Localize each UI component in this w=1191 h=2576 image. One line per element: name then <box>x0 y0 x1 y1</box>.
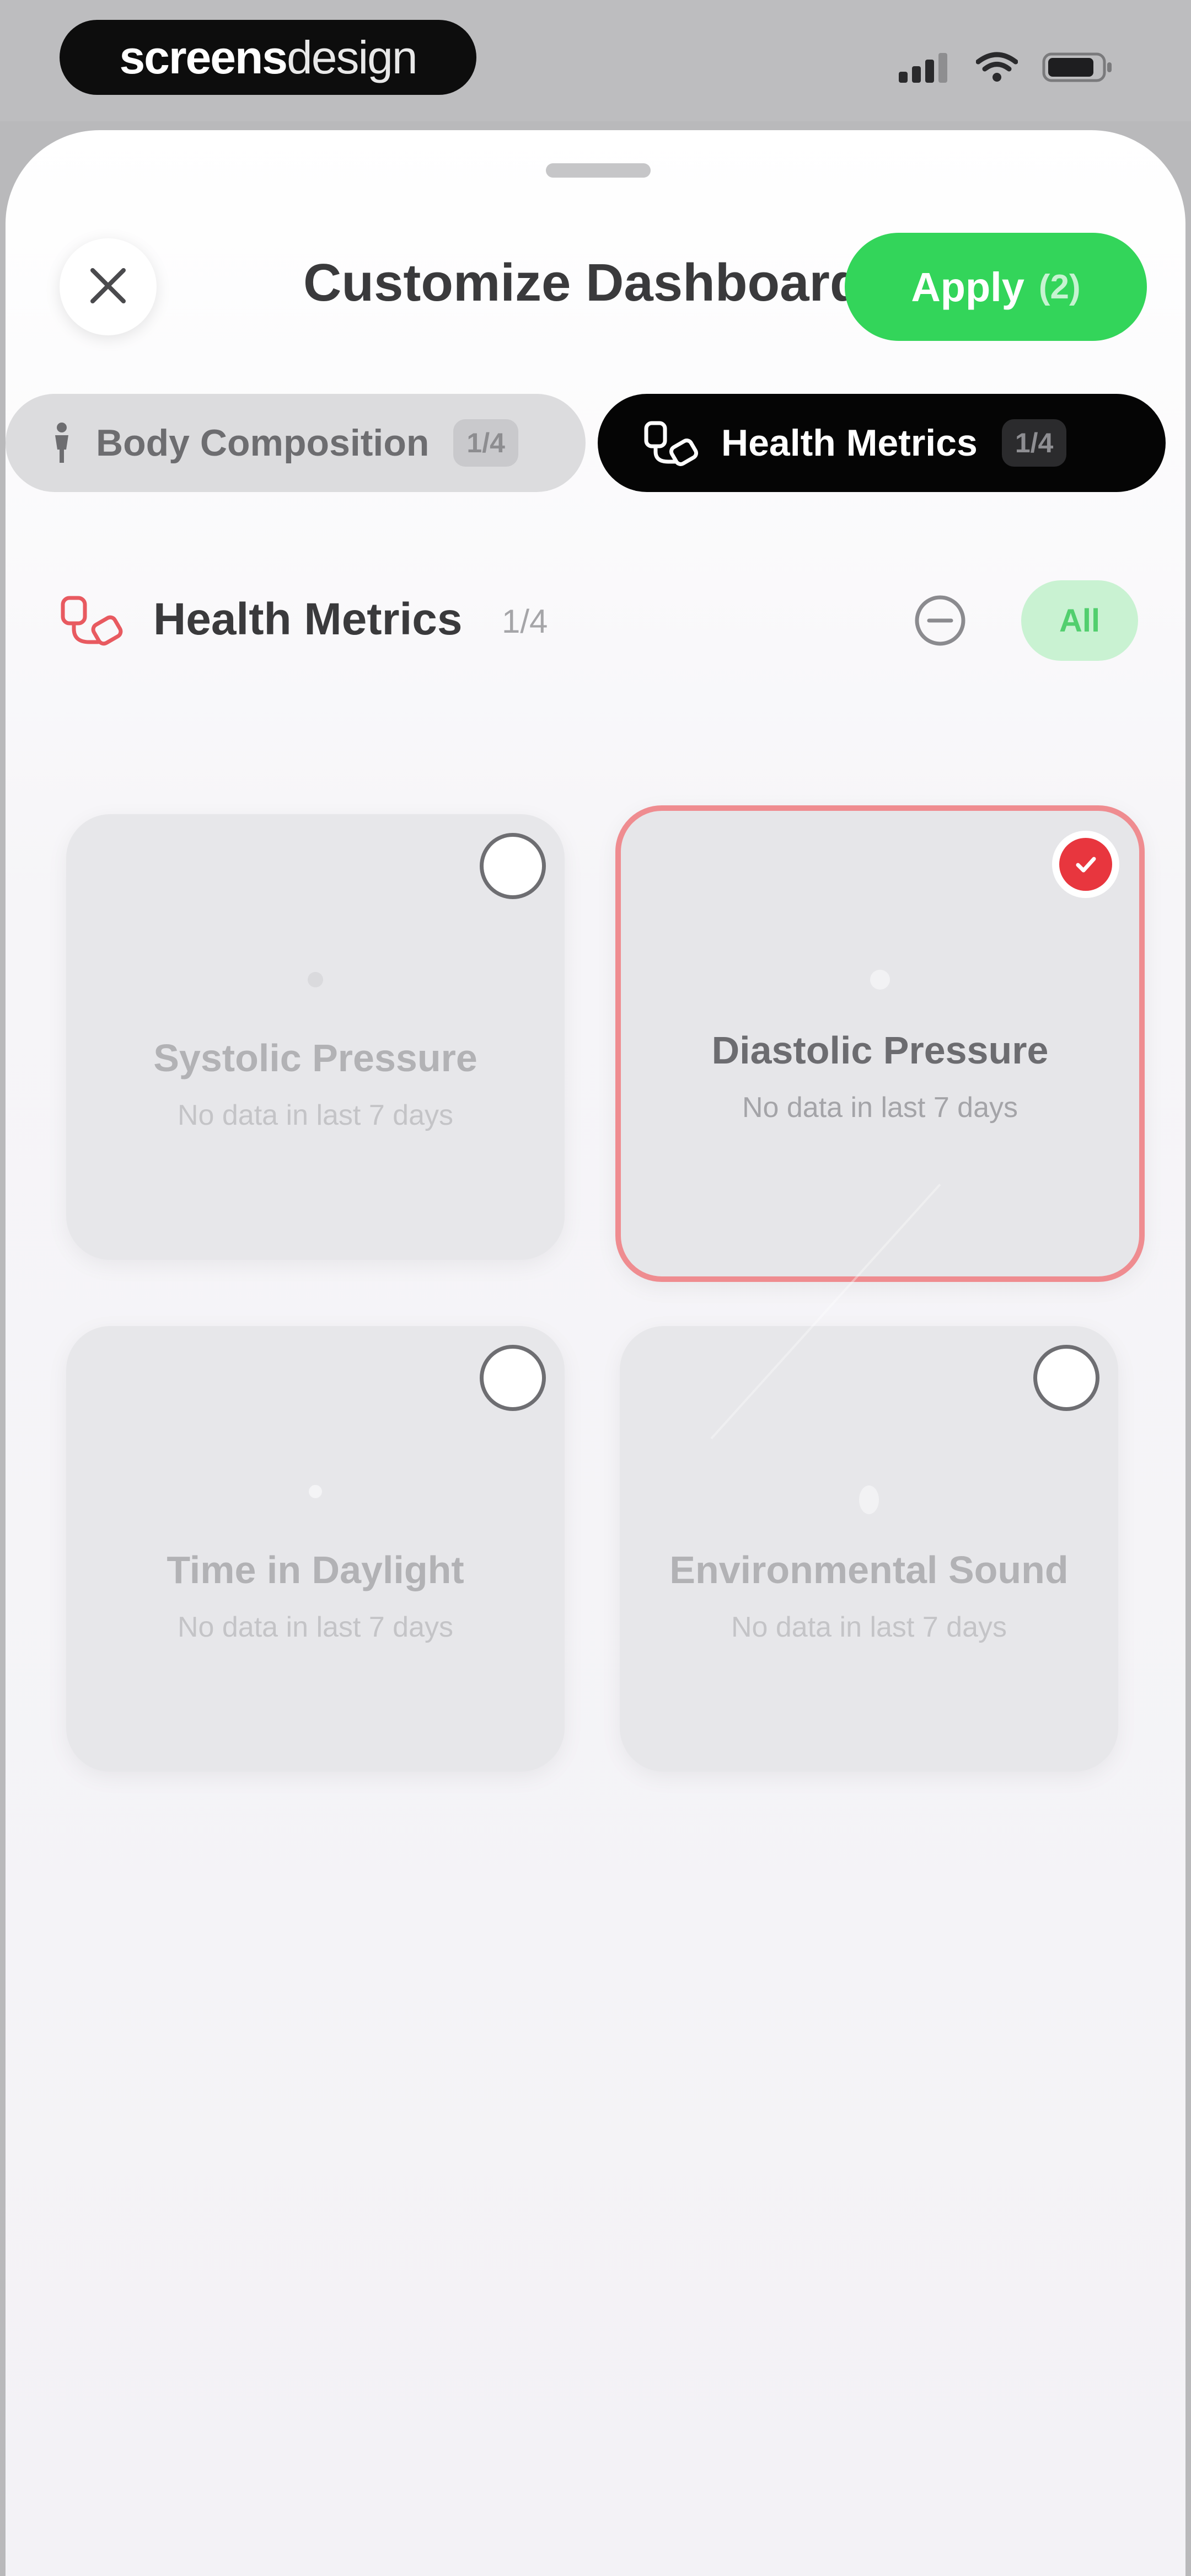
checkmark-icon <box>1076 857 1096 873</box>
tab-health-metrics-badge: 1/4 <box>1001 419 1067 467</box>
person-icon <box>50 422 74 464</box>
card-subtitle: No data in last 7 days <box>177 1611 454 1643</box>
card-title: Diastolic Pressure <box>711 1029 1049 1072</box>
status-icons <box>899 51 1114 84</box>
select-all-button[interactable]: All <box>1021 580 1138 661</box>
apply-label: Apply <box>911 264 1024 310</box>
page-title: Customize Dashboard <box>303 253 862 312</box>
section-title: Health Metrics <box>153 594 463 644</box>
card-title: Environmental Sound <box>669 1548 1069 1591</box>
heart-pulse-icon <box>858 960 902 1001</box>
tab-health-metrics[interactable]: Health Metrics 1/4 <box>598 394 1166 492</box>
tab-body-composition-label: Body Composition <box>96 422 430 464</box>
metric-card-systolic-pressure[interactable]: Systolic Pressure No data in last 7 days <box>66 814 565 1260</box>
screensdesign-watermark: screens design <box>60 20 476 95</box>
card-subtitle: No data in last 7 days <box>742 1092 1018 1124</box>
card-title: Systolic Pressure <box>153 1036 478 1079</box>
card-subtitle: No data in last 7 days <box>731 1611 1007 1643</box>
metric-card-diastolic-pressure[interactable]: Diastolic Pressure No data in last 7 day… <box>615 805 1145 1282</box>
customize-dashboard-sheet: Customize Dashboard Apply (2) Body Compo… <box>6 130 1185 2576</box>
apply-count: (2) <box>1038 268 1081 306</box>
tab-health-metrics-label: Health Metrics <box>721 422 978 464</box>
category-tabs: Body Composition 1/4 Health Metrics 1/4 <box>6 394 1185 496</box>
watermark-light-text: design <box>287 31 418 83</box>
watermark-bold-text: screens <box>119 31 288 83</box>
tab-body-composition-badge: 1/4 <box>453 419 518 467</box>
section-count: 1/4 <box>502 603 548 640</box>
radio-unchecked[interactable] <box>480 833 546 899</box>
status-bar: screens design <box>0 0 1191 121</box>
sheet-grabber[interactable] <box>546 163 651 178</box>
stethoscope-icon <box>60 595 126 650</box>
deselect-all-button[interactable] <box>912 592 968 651</box>
close-button[interactable] <box>60 238 157 335</box>
battery-icon <box>1042 51 1114 84</box>
tab-body-composition[interactable]: Body Composition 1/4 <box>6 394 586 492</box>
sun-icon <box>296 1475 335 1511</box>
apply-button[interactable]: Apply (2) <box>845 233 1147 341</box>
radio-checked[interactable] <box>1052 831 1119 898</box>
section-header: Health Metrics 1/4 All <box>6 560 1185 671</box>
metric-card-time-in-daylight[interactable]: Time in Daylight No data in last 7 days <box>66 1326 565 1772</box>
stethoscope-icon <box>642 420 699 466</box>
wifi-icon <box>976 52 1018 83</box>
card-title: Time in Daylight <box>167 1548 464 1591</box>
minus-circle-icon <box>915 595 965 646</box>
card-subtitle: No data in last 7 days <box>177 1099 454 1131</box>
signal-icon <box>899 52 952 83</box>
radio-unchecked[interactable] <box>1033 1345 1099 1411</box>
heart-pulse-icon <box>296 963 335 999</box>
radio-unchecked[interactable] <box>480 1345 546 1411</box>
close-icon <box>88 266 128 308</box>
ear-icon <box>850 1475 888 1527</box>
metric-card-environmental-sound[interactable]: Environmental Sound No data in last 7 da… <box>620 1326 1118 1772</box>
